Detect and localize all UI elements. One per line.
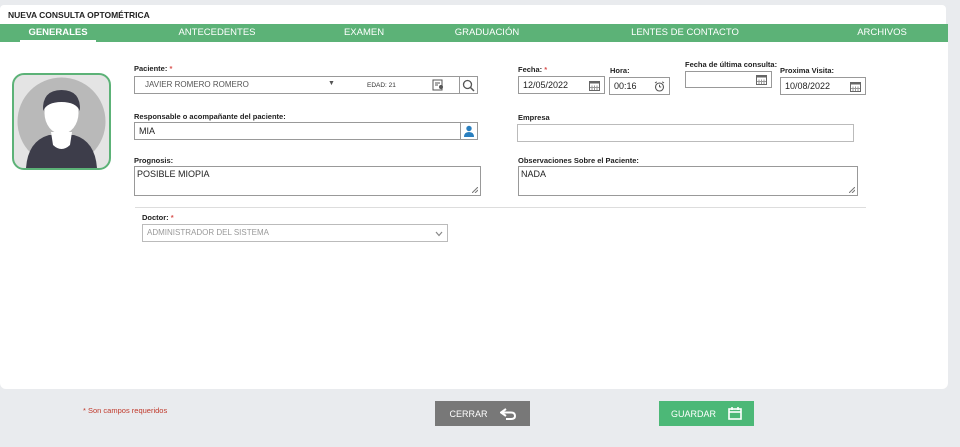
responsable-label: Responsable o acompañante del paciente: bbox=[134, 112, 286, 121]
tab-graduacion[interactable]: GRADUACIÓN bbox=[447, 24, 527, 42]
fecha-label: Fecha: * bbox=[518, 65, 548, 74]
doctor-label: Doctor: * bbox=[142, 213, 174, 222]
tab-examen[interactable]: EXAMEN bbox=[335, 24, 393, 42]
patient-card-icon[interactable] bbox=[432, 79, 444, 93]
ultima-consulta-input[interactable] bbox=[685, 71, 772, 88]
search-icon bbox=[462, 79, 475, 92]
prognosis-textarea[interactable]: POSIBLE MIOPIA bbox=[134, 166, 481, 196]
calendar-save-icon bbox=[728, 407, 742, 420]
close-button[interactable]: CERRAR bbox=[435, 401, 530, 426]
dropdown-arrow-icon: ▼ bbox=[328, 80, 335, 87]
fecha-input[interactable]: 12/05/2022 bbox=[518, 76, 605, 94]
paciente-label: Paciente: * bbox=[134, 64, 173, 73]
required-fields-note: * Son campos requeridos bbox=[83, 406, 168, 415]
responsable-input[interactable]: MIA bbox=[134, 122, 461, 140]
calendar-icon bbox=[756, 75, 767, 85]
empresa-label: Empresa bbox=[518, 113, 550, 122]
resize-grip-icon[interactable] bbox=[472, 187, 478, 193]
tab-antecedentes[interactable]: ANTECEDENTES bbox=[170, 24, 264, 42]
calendar-icon bbox=[850, 82, 861, 92]
save-button[interactable]: GUARDAR bbox=[659, 401, 754, 426]
observaciones-textarea[interactable]: NADA bbox=[518, 166, 858, 196]
section-divider bbox=[135, 207, 866, 208]
user-silhouette-icon bbox=[17, 77, 106, 168]
select-responsable-button[interactable] bbox=[460, 122, 478, 140]
tab-generales[interactable]: GENERALES bbox=[20, 24, 96, 42]
patient-avatar[interactable] bbox=[12, 73, 111, 170]
calendar-icon bbox=[589, 81, 600, 91]
resize-grip-icon[interactable] bbox=[849, 187, 855, 193]
doctor-select[interactable]: ADMINISTRADOR DEL SISTEMA bbox=[142, 224, 448, 242]
edad-text: EDAD: 21 bbox=[367, 82, 396, 89]
chevron-down-icon bbox=[435, 231, 443, 237]
window-title-bar: NUEVA CONSULTA OPTOMÉTRICA bbox=[0, 5, 946, 24]
window-title: NUEVA CONSULTA OPTOMÉTRICA bbox=[8, 10, 150, 20]
hora-label: Hora: bbox=[610, 66, 630, 75]
empresa-input[interactable] bbox=[517, 124, 854, 142]
undo-arrow-icon bbox=[499, 407, 516, 420]
observaciones-label: Observaciones Sobre el Paciente: bbox=[518, 156, 639, 165]
proxima-visita-input[interactable]: 10/08/2022 bbox=[780, 77, 866, 95]
search-patient-button[interactable] bbox=[459, 76, 478, 94]
paciente-value: JAVIER ROMERO ROMERO bbox=[145, 80, 249, 89]
proxima-visita-label: Proxima Visita: bbox=[780, 66, 835, 75]
ultima-consulta-label: Fecha de última consulta: bbox=[685, 60, 778, 69]
tab-archivos[interactable]: ARCHIVOS bbox=[850, 24, 914, 42]
tab-bar: GENERALES ANTECEDENTES EXAMEN GRADUACIÓN… bbox=[0, 24, 948, 42]
paciente-select[interactable]: JAVIER ROMERO ROMERO ▼ EDAD: 21 bbox=[134, 76, 460, 94]
user-icon bbox=[464, 125, 474, 137]
tab-lentes-de-contacto[interactable]: LENTES DE CONTACTO bbox=[625, 24, 745, 42]
alarm-clock-icon bbox=[654, 81, 665, 92]
hora-input[interactable]: 00:16 bbox=[609, 77, 670, 95]
prognosis-label: Prognosis: bbox=[134, 156, 174, 165]
